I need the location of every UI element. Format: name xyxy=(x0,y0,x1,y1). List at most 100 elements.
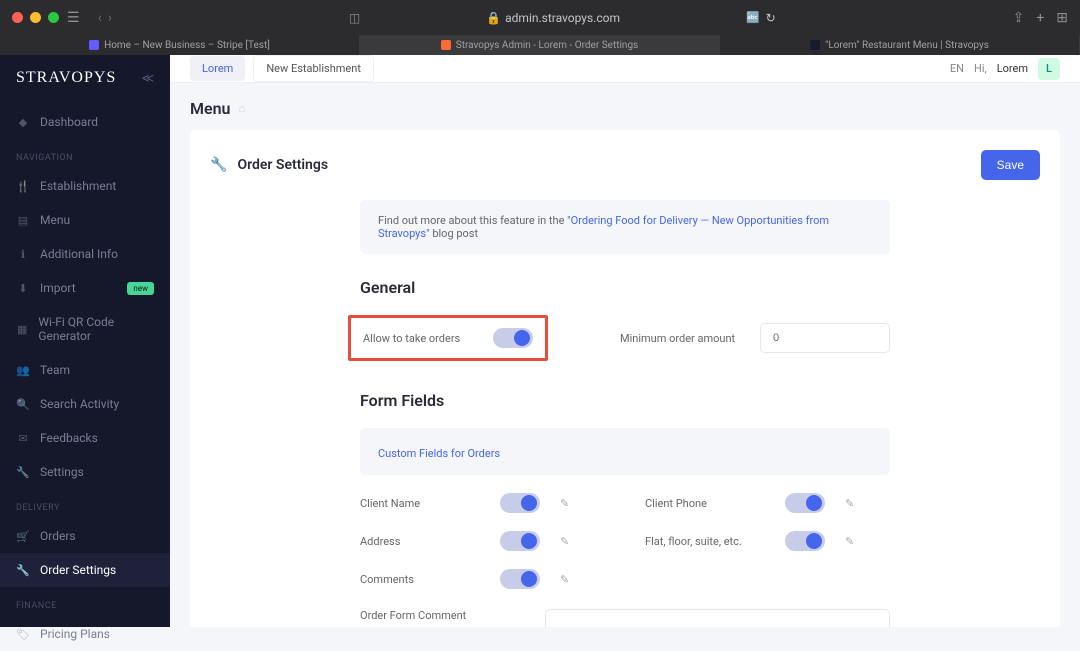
establishment-tab-new[interactable]: New Establishment xyxy=(253,55,374,82)
browser-tab-menu[interactable]: "Lorem" Restaurant Menu | Stravopys xyxy=(720,35,1080,55)
min-amount-input[interactable] xyxy=(760,323,890,353)
client-name-label: Client Name xyxy=(360,497,480,510)
feedback-icon: ✉ xyxy=(16,431,30,445)
sidebar-item-label: Pricing Plans xyxy=(40,627,110,641)
close-window-button[interactable] xyxy=(12,12,23,23)
browser-actions: ⇪ + ⊞ xyxy=(1013,10,1068,26)
sidebar-section-navigation: NAVIGATION xyxy=(0,139,170,169)
translate-icon[interactable]: 🔤 xyxy=(746,11,760,24)
edit-icon[interactable]: ✎ xyxy=(560,573,569,586)
share-button[interactable]: ⇪ xyxy=(1013,10,1025,26)
sidebar-item-feedbacks[interactable]: ✉ Feedbacks xyxy=(0,421,170,455)
new-tab-button[interactable]: + xyxy=(1036,10,1044,26)
info-banner: Find out more about this feature in the … xyxy=(360,200,890,254)
sidebar-item-dashboard[interactable]: ◆ Dashboard xyxy=(0,105,170,139)
client-phone-label: Client Phone xyxy=(645,497,765,510)
client-name-toggle[interactable] xyxy=(500,493,540,513)
sidebar-item-label: Import xyxy=(40,281,76,295)
sidebar-item-import[interactable]: ⬇ Import new xyxy=(0,271,170,305)
forward-button[interactable]: › xyxy=(108,10,112,26)
sidebar-icon[interactable]: ☰ xyxy=(67,10,80,26)
edit-icon[interactable]: ✎ xyxy=(560,497,569,510)
info-icon: ℹ xyxy=(16,247,30,261)
sidebar-item-label: Additional Info xyxy=(40,247,118,261)
qr-icon: ▦ xyxy=(16,322,28,336)
url-text: admin.stravopys.com xyxy=(505,11,620,25)
sidebar-item-label: Wi-Fi QR Code Generator xyxy=(38,315,154,343)
page-header: Menu ⌂ xyxy=(170,83,1080,130)
sidebar-toggle-group: ☰ ‹ › xyxy=(67,10,112,26)
minimize-window-button[interactable] xyxy=(30,12,41,23)
section-form-fields: Form Fields xyxy=(360,391,890,410)
edit-icon[interactable]: ✎ xyxy=(845,497,854,510)
edit-icon[interactable]: ✎ xyxy=(560,535,569,548)
order-comment-textarea[interactable] xyxy=(545,609,890,627)
search-icon: 🔍 xyxy=(16,397,30,411)
allow-orders-highlight: Allow to take orders xyxy=(348,315,548,361)
sidebar-item-pricing[interactable]: 🏷 Pricing Plans xyxy=(0,617,170,651)
language-selector[interactable]: EN xyxy=(950,62,964,75)
shield-icon: ◫ xyxy=(349,11,360,25)
flat-toggle[interactable] xyxy=(785,531,825,551)
tab-label: Stravopys Admin - Lorem - Order Settings xyxy=(456,40,638,51)
sidebar-item-settings[interactable]: 🔧 Settings xyxy=(0,455,170,489)
sidebar-item-search[interactable]: 🔍 Search Activity xyxy=(0,387,170,421)
establishment-tab-lorem[interactable]: Lorem xyxy=(190,56,245,81)
sidebar-item-additional[interactable]: ℹ Additional Info xyxy=(0,237,170,271)
sidebar-item-qr[interactable]: ▦ Wi-Fi QR Code Generator xyxy=(0,305,170,353)
tab-favicon-icon xyxy=(89,40,99,50)
nav-arrows: ‹ › xyxy=(98,10,112,26)
address-toggle[interactable] xyxy=(500,531,540,551)
sidebar-item-label: Dashboard xyxy=(40,115,98,129)
card-title: Order Settings xyxy=(237,157,328,173)
info-text-post: blog post xyxy=(430,227,479,240)
establishment-icon: 🍴 xyxy=(16,179,30,193)
sidebar-item-orders[interactable]: 🛒 Orders xyxy=(0,519,170,553)
wrench-icon: 🔧 xyxy=(210,157,227,173)
comments-label: Comments xyxy=(360,573,480,586)
sidebar-item-label: Settings xyxy=(40,465,84,479)
address-label: Address xyxy=(360,535,480,548)
save-button[interactable]: Save xyxy=(981,150,1040,180)
sidebar-item-establishment[interactable]: 🍴 Establishment xyxy=(0,169,170,203)
order-settings-icon: 🔧 xyxy=(16,563,30,577)
address-bar[interactable]: ◫ 🔒 admin.stravopys.com 🔤 ↻ xyxy=(120,11,1005,25)
avatar[interactable]: L xyxy=(1038,58,1060,80)
edit-icon[interactable]: ✎ xyxy=(845,535,854,548)
greeting-text: Hi, xyxy=(974,62,987,75)
browser-tab-stripe[interactable]: Home – New Business – Stripe [Test] xyxy=(0,35,360,55)
tabs-button[interactable]: ⊞ xyxy=(1056,10,1068,26)
browser-tab-admin[interactable]: Stravopys Admin - Lorem - Order Settings xyxy=(360,35,720,55)
sidebar-item-label: Search Activity xyxy=(40,397,119,411)
collapse-sidebar-button[interactable]: ≪ xyxy=(141,71,154,85)
maximize-window-button[interactable] xyxy=(48,12,59,23)
min-amount-label: Minimum order amount xyxy=(620,332,740,345)
username-text: Lorem xyxy=(997,62,1028,75)
logo-area: STRAVOPYS ≪ xyxy=(0,55,170,105)
back-button[interactable]: ‹ xyxy=(98,10,102,26)
dashboard-icon: ◆ xyxy=(16,115,30,129)
browser-toolbar: ☰ ‹ › ◫ 🔒 admin.stravopys.com 🔤 ↻ ⇪ + ⊞ xyxy=(0,0,1080,35)
orders-icon: 🛒 xyxy=(16,529,30,543)
browser-tabs: Home – New Business – Stripe [Test] Stra… xyxy=(0,35,1080,55)
lock-icon: 🔒 xyxy=(486,11,501,25)
sidebar-item-order-settings[interactable]: 🔧 Order Settings xyxy=(0,553,170,587)
allow-orders-toggle[interactable] xyxy=(493,328,533,348)
sidebar-item-team[interactable]: 👥 Team xyxy=(0,353,170,387)
sidebar-item-label: Feedbacks xyxy=(40,431,98,445)
pricing-icon: 🏷 xyxy=(16,627,30,641)
sidebar-item-label: Order Settings xyxy=(40,563,116,577)
sidebar-item-menu[interactable]: ▤ Menu xyxy=(0,203,170,237)
sidebar-item-label: Orders xyxy=(40,529,76,543)
team-icon: 👥 xyxy=(16,363,30,377)
client-phone-toggle[interactable] xyxy=(785,493,825,513)
comments-toggle[interactable] xyxy=(500,569,540,589)
allow-orders-label: Allow to take orders xyxy=(363,332,483,345)
home-icon[interactable]: ⌂ xyxy=(238,102,245,115)
tab-favicon-icon xyxy=(810,40,820,50)
info-text-pre: Find out more about this feature in the xyxy=(378,214,567,227)
main-content: Lorem New Establishment EN Hi, Lorem L M… xyxy=(170,55,1080,627)
order-comment-label: Order Form Comment xyxy=(360,609,505,627)
reload-button[interactable]: ↻ xyxy=(766,11,776,25)
custom-fields-link[interactable]: Custom Fields for Orders xyxy=(378,447,500,460)
